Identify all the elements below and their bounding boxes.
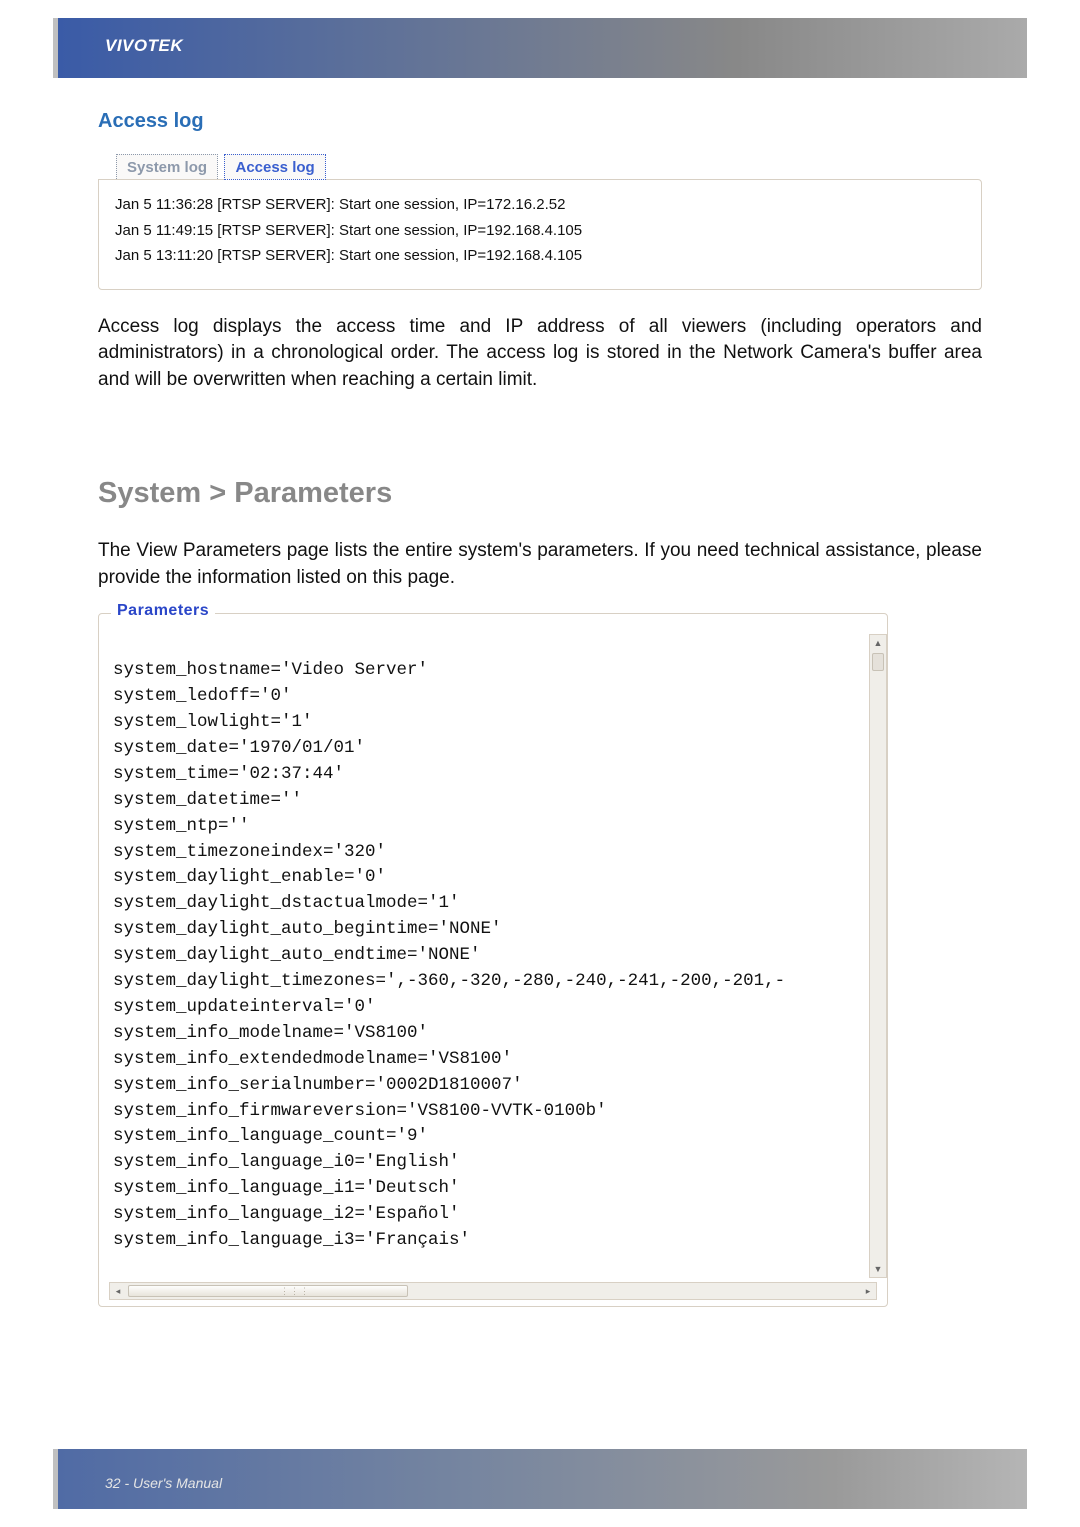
scroll-up-icon[interactable]: ▲ (870, 635, 886, 651)
tab-access-log[interactable]: Access log (224, 154, 325, 180)
page-root: VIVOTEK Access log System log Access log… (0, 0, 1080, 1527)
parameters-description: The View Parameters page lists the entir… (98, 538, 982, 591)
param-line: system_info_firmwareversion='VS8100-VVTK… (113, 1101, 607, 1121)
param-line: system_timezoneindex='320' (113, 842, 386, 862)
header-bar (53, 18, 1027, 78)
scroll-grip-icon: ⋮⋮⋮ (280, 1286, 310, 1296)
param-line: system_ntp='' (113, 816, 250, 836)
param-line: system_daylight_auto_begintime='NONE' (113, 919, 502, 939)
param-line: system_daylight_timezones=',-360,-320,-2… (113, 971, 785, 991)
param-line: system_date='1970/01/01' (113, 738, 365, 758)
content-area: Access log System log Access log Jan 5 1… (98, 110, 982, 1307)
log-line: Jan 5 13:11:20 [RTSP SERVER]: Start one … (115, 243, 965, 269)
param-line: system_time='02:37:44' (113, 764, 344, 784)
scroll-left-icon[interactable]: ◂ (110, 1283, 126, 1299)
param-line: system_info_language_i2='Español' (113, 1204, 460, 1224)
param-line: system_info_language_i1='Deutsch' (113, 1178, 460, 1198)
param-line: system_info_modelname='VS8100' (113, 1023, 428, 1043)
brand-label: VIVOTEK (105, 36, 183, 56)
access-log-box: Jan 5 11:36:28 [RTSP SERVER]: Start one … (98, 179, 982, 290)
log-line: Jan 5 11:49:15 [RTSP SERVER]: Start one … (115, 218, 965, 244)
horizontal-scrollbar[interactable]: ◂ ⋮⋮⋮ ▸ (109, 1282, 877, 1300)
vertical-scrollbar[interactable]: ▲ ▼ (869, 634, 887, 1277)
param-line: system_hostname='Video Server' (113, 660, 428, 680)
param-line: system_info_language_i3='Français' (113, 1230, 470, 1250)
log-line: Jan 5 11:36:28 [RTSP SERVER]: Start one … (115, 192, 965, 218)
parameters-fieldset: Parameters system_hostname='Video Server… (98, 613, 888, 1306)
param-line: system_daylight_dstactualmode='1' (113, 893, 460, 913)
param-line: system_info_extendedmodelname='VS8100' (113, 1049, 512, 1069)
param-line: system_daylight_auto_endtime='NONE' (113, 945, 481, 965)
param-line: system_info_language_i0='English' (113, 1152, 460, 1172)
parameters-heading: System > Parameters (98, 477, 982, 510)
scroll-right-icon[interactable]: ▸ (860, 1283, 876, 1299)
footer-label: 32 - User's Manual (105, 1475, 222, 1491)
param-line: system_info_language_count='9' (113, 1126, 428, 1146)
scroll-down-icon[interactable]: ▼ (870, 1261, 886, 1277)
access-log-title: Access log (98, 110, 982, 133)
param-line: system_updateinterval='0' (113, 997, 376, 1017)
log-tabs: System log Access log (98, 153, 982, 179)
param-line: system_lowlight='1' (113, 712, 313, 732)
param-line: system_datetime='' (113, 790, 302, 810)
parameters-list[interactable]: system_hostname='Video Server' system_le… (109, 632, 877, 1279)
access-log-description: Access log displays the access time and … (98, 314, 982, 394)
param-line: system_ledoff='0' (113, 686, 292, 706)
parameters-legend: Parameters (111, 602, 215, 620)
param-line: system_daylight_enable='0' (113, 867, 386, 887)
horizontal-scroll-thumb[interactable] (128, 1285, 408, 1297)
tab-system-log[interactable]: System log (116, 154, 218, 179)
vertical-scroll-thumb[interactable] (872, 653, 884, 671)
param-line: system_info_serialnumber='0002D1810007' (113, 1075, 523, 1095)
